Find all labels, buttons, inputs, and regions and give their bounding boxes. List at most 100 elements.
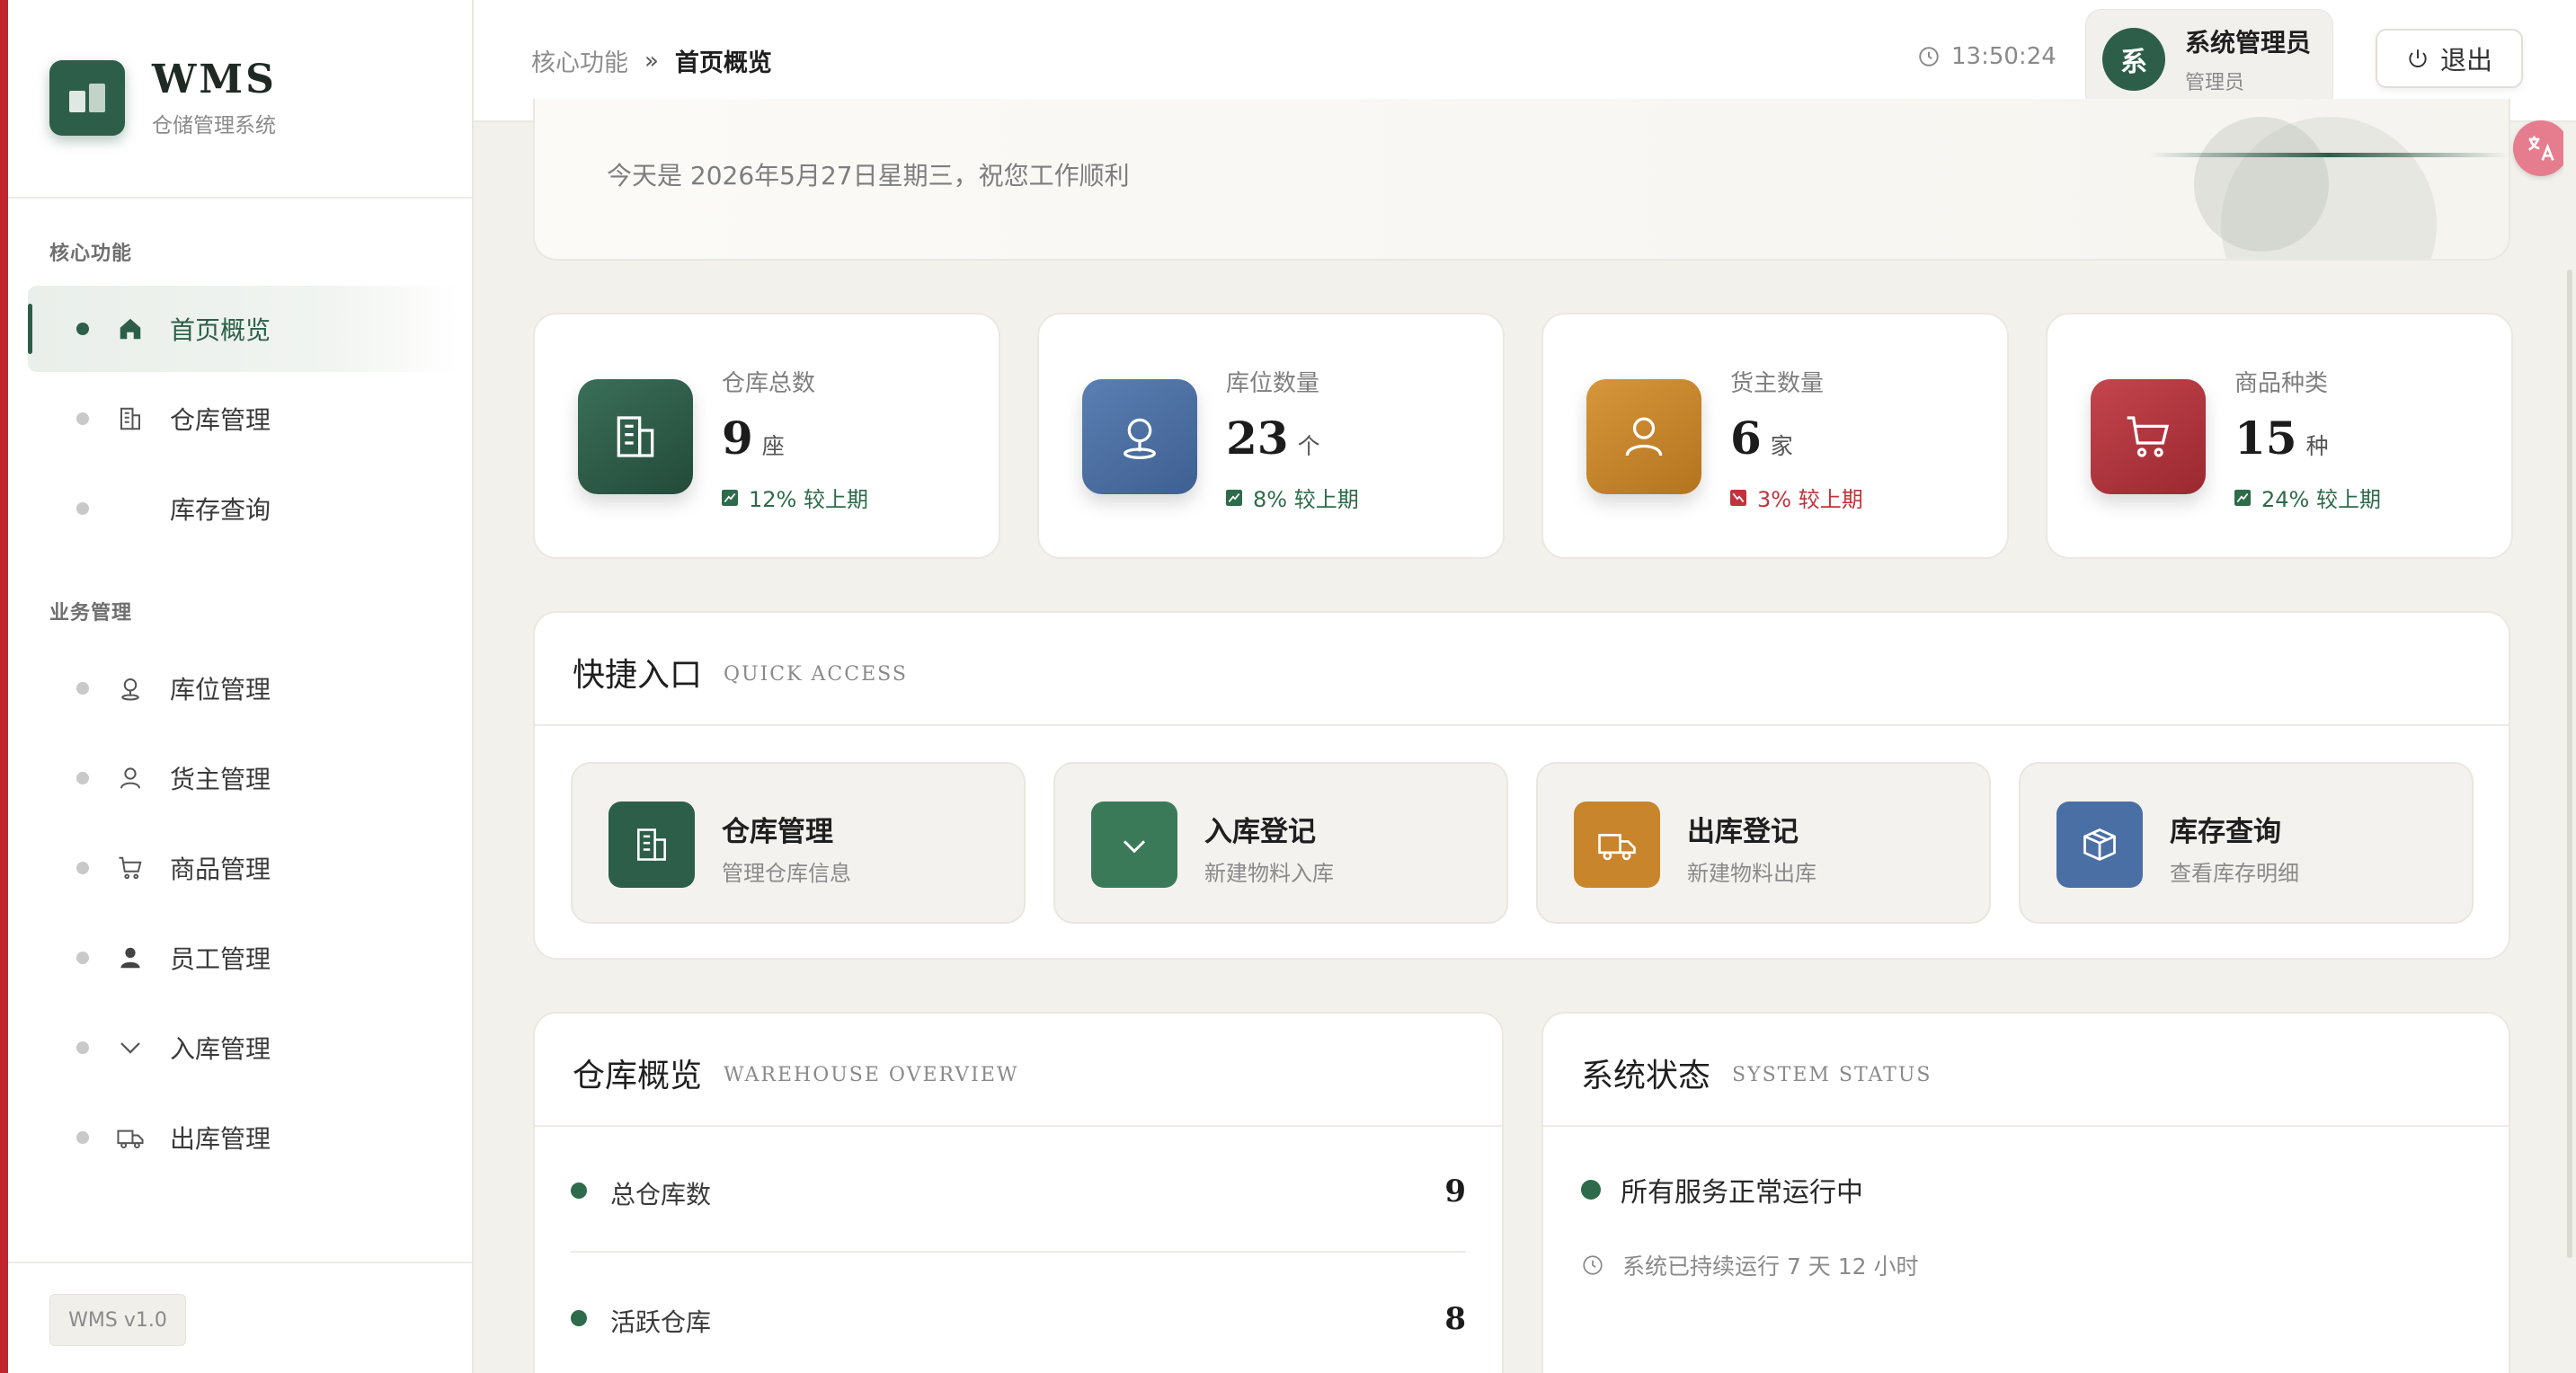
- logout-button[interactable]: 退出: [2376, 29, 2523, 88]
- stat-label: 库位数量: [1226, 370, 1320, 397]
- stat-label: 商品种类: [2234, 370, 2329, 397]
- panel-title: 仓库概览: [573, 1058, 703, 1094]
- stat-trend-text: 3% 较上期: [1757, 487, 1863, 512]
- stat-label: 货主数量: [1730, 370, 1825, 397]
- status-dot: [571, 1183, 587, 1199]
- clock-time: 13:50:24: [1951, 43, 2056, 70]
- trend-up-icon: [1226, 489, 1242, 506]
- truck-icon: [114, 1121, 147, 1154]
- sidebar-item-label: 出库管理: [170, 1124, 271, 1154]
- stat-unit: 种: [2305, 433, 2329, 459]
- quick-access-panel: 快捷入口 QUICK ACCESS 仓库管理 管理仓库信息 入库登记 新建物料入…: [533, 611, 2510, 960]
- overview-value: 9: [1444, 1174, 1466, 1209]
- stat-card-owners[interactable]: 货主数量 6 家 3% 较上期: [1541, 313, 2009, 559]
- power-icon: [2409, 49, 2427, 67]
- nav-dot: [76, 1041, 89, 1054]
- quick-access-desc: 查看库存明细: [2170, 861, 2299, 886]
- stat-card-locations[interactable]: 库位数量 23 个 8% 较上期: [1037, 313, 1505, 559]
- avatar: 系: [2102, 28, 2165, 91]
- stat-card-warehouses[interactable]: 仓库总数 9 座 12% 较上期: [533, 313, 1000, 559]
- user-name: 系统管理员: [2185, 28, 2312, 58]
- sidebar-item-outbound[interactable]: 出库管理: [28, 1094, 459, 1181]
- panel-subtitle: SYSTEM STATUS: [1732, 1064, 1932, 1086]
- clock: 13:50:24: [1917, 43, 2056, 70]
- location-pin-icon: [114, 672, 147, 704]
- sidebar-item-label: 入库管理: [170, 1034, 271, 1064]
- stat-unit: 家: [1770, 433, 1793, 459]
- stat-trend-text: 12% 较上期: [749, 487, 868, 512]
- home-icon: [114, 313, 147, 345]
- sidebar-divider: [8, 1262, 472, 1263]
- sidebar-item-label: 员工管理: [170, 944, 271, 974]
- quick-access-title: 出库登记: [1687, 816, 1799, 848]
- clock-icon: [1583, 1255, 1603, 1275]
- panel-title: 快捷入口: [573, 657, 703, 694]
- translate-icon[interactable]: [2513, 120, 2569, 176]
- stat-value: 9: [722, 412, 753, 465]
- brand-subtitle: 仓储管理系统: [152, 114, 276, 137]
- nav-dot: [76, 772, 89, 784]
- sidebar-item-owners[interactable]: 货主管理: [28, 735, 459, 821]
- scrollbar-thumb[interactable]: [2567, 270, 2572, 1258]
- overview-row: 总仓库数 9: [571, 1127, 1466, 1253]
- stat-trend: 12% 较上期: [722, 482, 868, 513]
- location-pin-icon: [1082, 379, 1197, 494]
- user-outline-icon: [1586, 379, 1701, 494]
- welcome-card: 今天是 2026年5月27日星期三，祝您工作顺利: [533, 99, 2510, 261]
- stat-value: 23: [1226, 412, 1289, 465]
- quick-access-inbound[interactable]: 入库登记 新建物料入库: [1053, 762, 1508, 924]
- sidebar-item-locations[interactable]: 库位管理: [28, 645, 459, 731]
- building-icon: [578, 379, 693, 494]
- sidebar-item-label: 库存查询: [170, 495, 271, 525]
- trend-up-icon: [2234, 489, 2251, 506]
- sidebar-divider: [8, 197, 472, 199]
- brand[interactable]: WMS 仓储管理系统: [49, 58, 277, 138]
- quick-access-outbound[interactable]: 出库登记 新建物料出库: [1536, 762, 1991, 924]
- nav-dot: [76, 862, 89, 874]
- nav-group-title-core: 核心功能: [49, 243, 133, 265]
- warehouse-logo-icon: [49, 60, 125, 136]
- stat-value: 6: [1730, 412, 1762, 465]
- cart-icon: [2091, 379, 2206, 494]
- quick-access-desc: 新建物料出库: [1687, 861, 1817, 886]
- user-profile-chip[interactable]: 系 系统管理员 管理员: [2085, 9, 2333, 110]
- truck-icon: [1574, 802, 1660, 888]
- stat-trend: 24% 较上期: [2234, 482, 2381, 513]
- status-text: 所有服务正常运行中: [1621, 1177, 1863, 1209]
- status-dot: [1581, 1180, 1601, 1200]
- sidebar-item-staff[interactable]: 员工管理: [28, 915, 459, 1001]
- nav-dot: [76, 323, 89, 335]
- logout-label: 退出: [2439, 45, 2492, 75]
- nav-dot: [76, 1131, 89, 1144]
- sidebar-item-warehouse[interactable]: 仓库管理: [28, 376, 459, 462]
- sidebar-item-products[interactable]: 商品管理: [28, 825, 459, 911]
- overview-value: 8: [1444, 1301, 1466, 1337]
- sidebar-item-home[interactable]: 首页概览: [28, 286, 459, 372]
- quick-access-warehouse[interactable]: 仓库管理 管理仓库信息: [571, 762, 1026, 924]
- stat-trend-text: 24% 较上期: [2261, 487, 2381, 512]
- building-icon: [608, 802, 695, 888]
- overview-label: 活跃仓库: [610, 1307, 712, 1337]
- user-outline-icon: [114, 762, 147, 794]
- decorative-line: [2149, 153, 2509, 157]
- cart-icon: [114, 852, 147, 884]
- quick-access-inventory[interactable]: 库存查询 查看库存明细: [2019, 762, 2474, 924]
- trend-down-icon: [1730, 489, 1746, 506]
- uptime-line: 系统已持续运行 7 天 12 小时: [1581, 1249, 1919, 1281]
- breadcrumb: 核心功能 » 首页概览: [531, 43, 772, 78]
- sidebar-item-inventory[interactable]: 库存查询: [28, 465, 459, 552]
- quick-access-title: 库存查询: [2170, 816, 2281, 848]
- sidebar-item-inbound[interactable]: 入库管理: [28, 1005, 459, 1091]
- overview-label: 总仓库数: [610, 1180, 712, 1209]
- stat-card-products[interactable]: 商品种类 15 种 24% 较上期: [2046, 313, 2513, 559]
- breadcrumb-current: 首页概览: [674, 49, 772, 77]
- brand-name: WMS: [152, 57, 277, 102]
- status-dot: [571, 1310, 587, 1326]
- breadcrumb-root[interactable]: 核心功能: [531, 43, 628, 78]
- panel-header: 快捷入口 QUICK ACCESS: [535, 613, 2509, 726]
- building-icon: [114, 403, 147, 435]
- panel-header: 系统状态 SYSTEM STATUS: [1543, 1014, 2509, 1127]
- status-line: 所有服务正常运行中: [1581, 1170, 1863, 1209]
- breadcrumb-separator-icon: »: [644, 47, 659, 75]
- clock-icon: [1919, 47, 1939, 66]
